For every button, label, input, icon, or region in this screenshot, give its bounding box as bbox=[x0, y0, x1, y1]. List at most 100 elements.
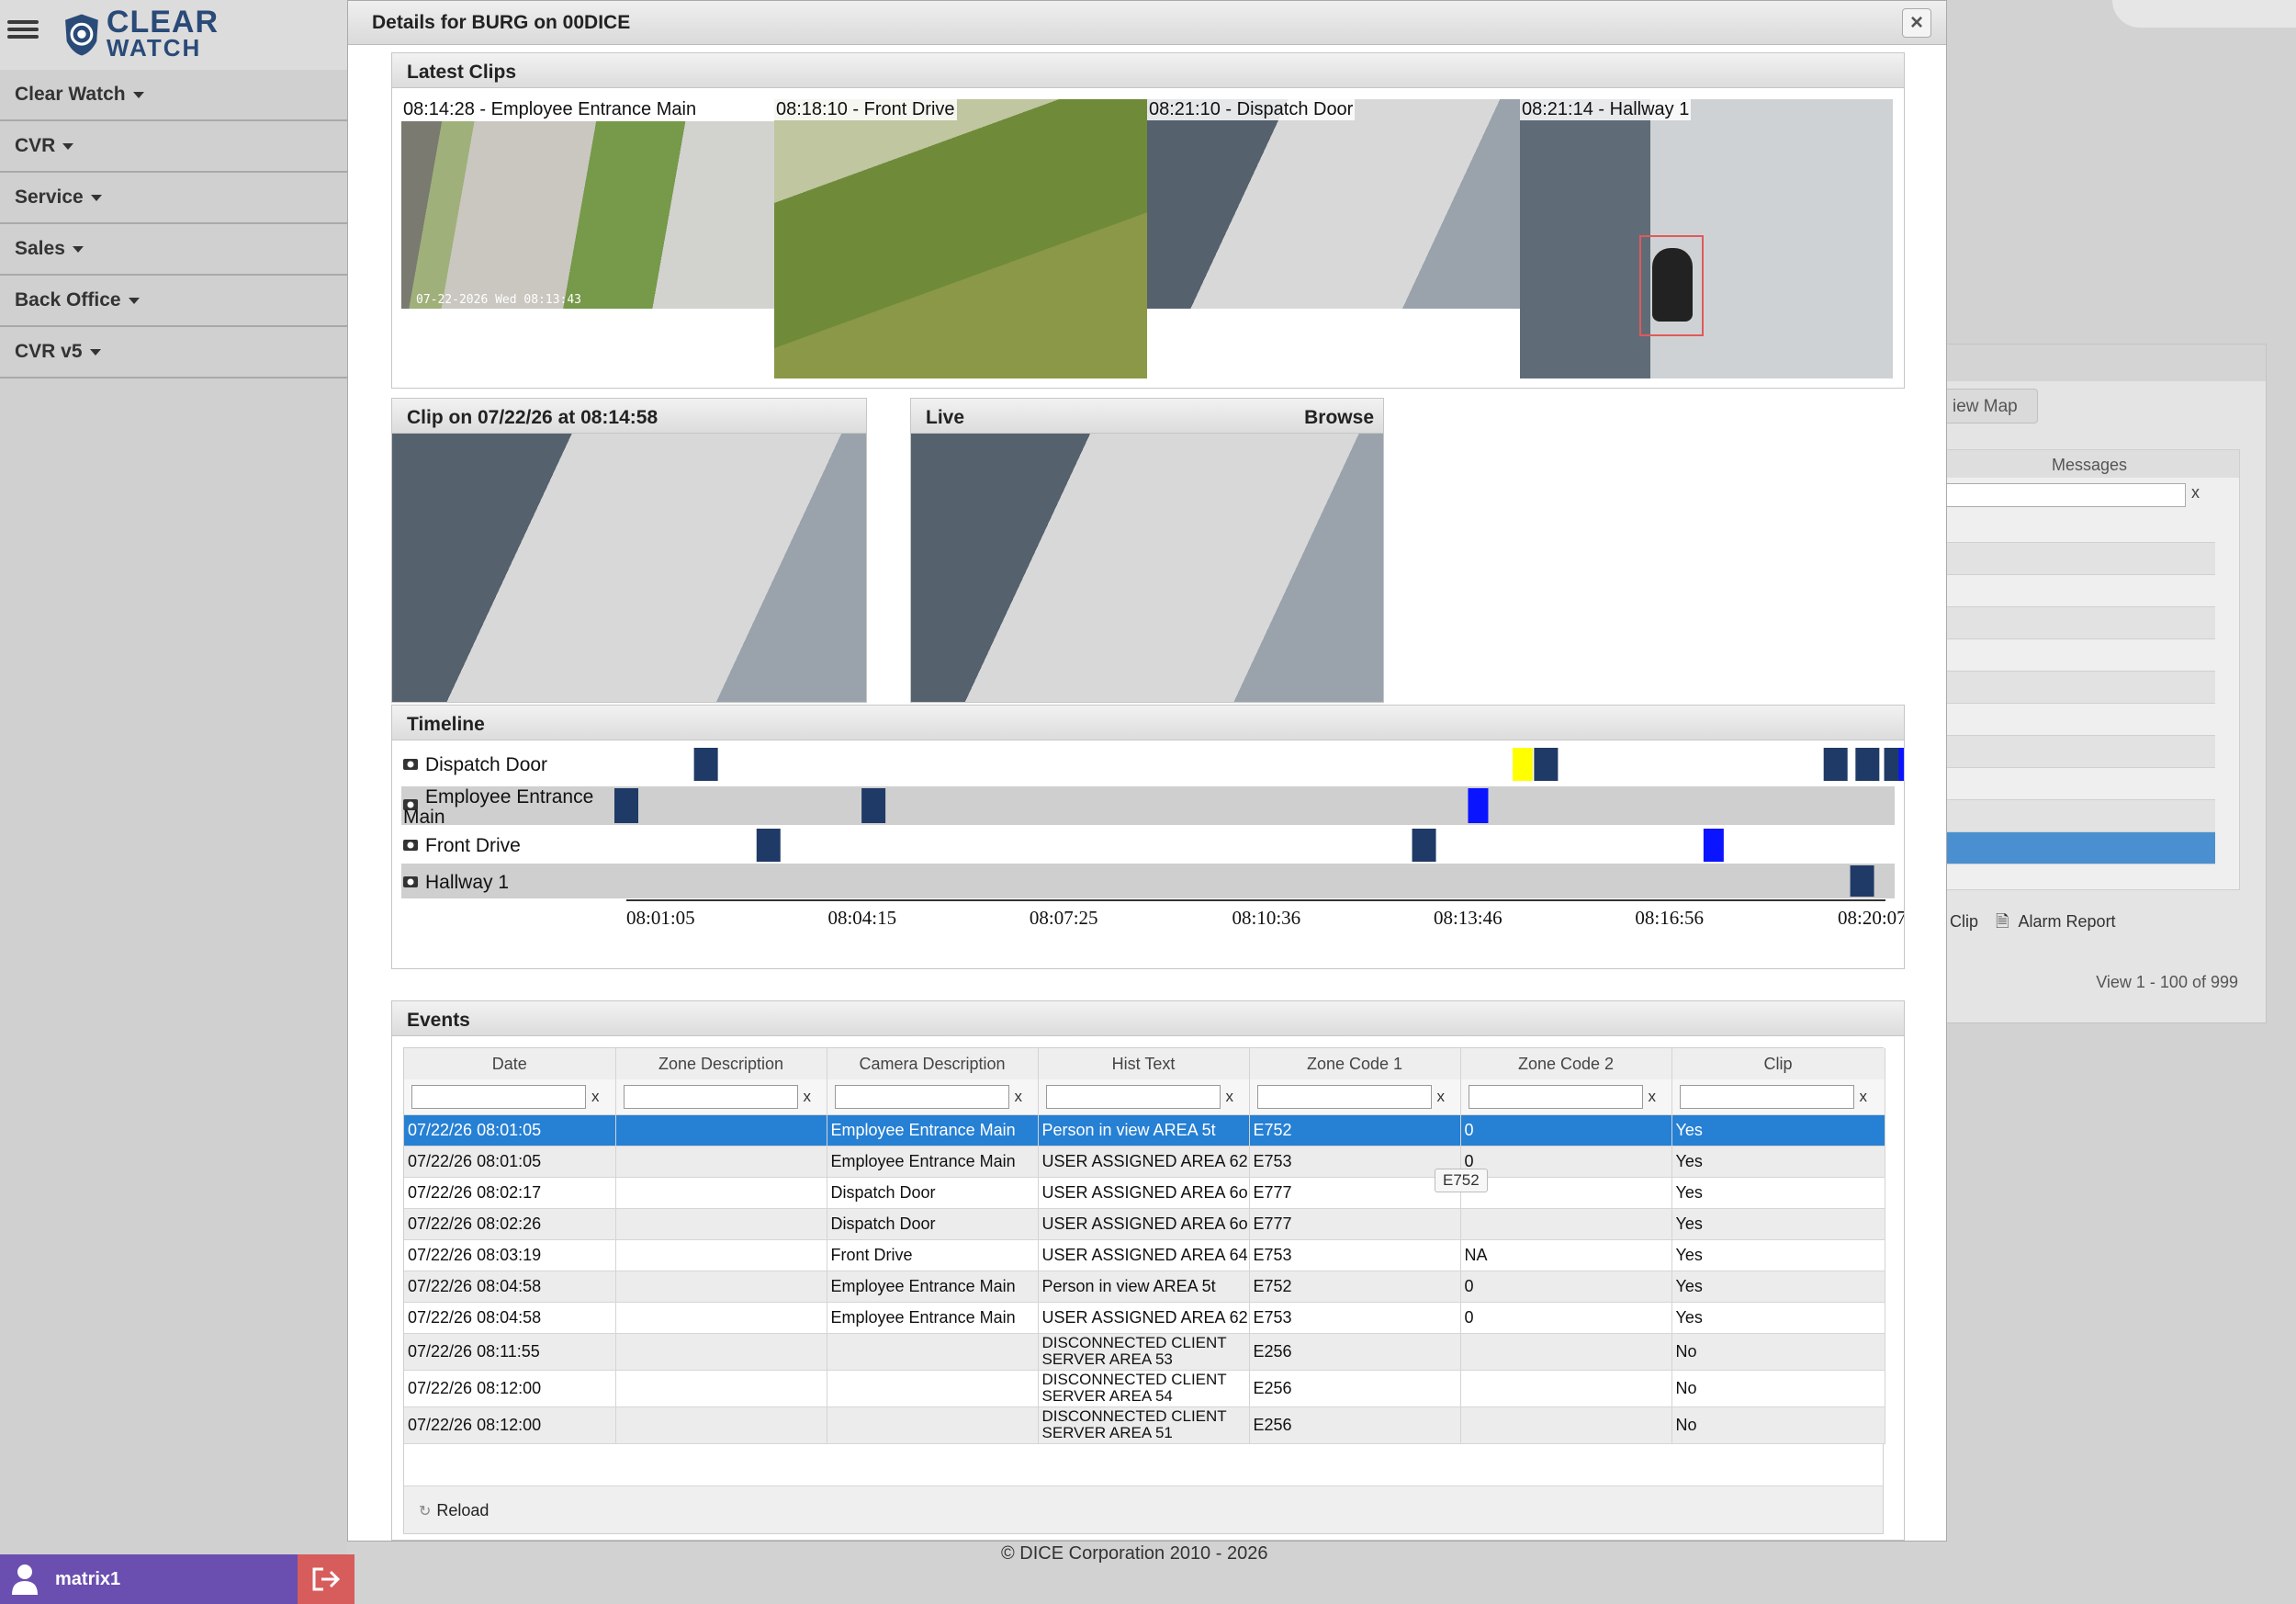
close-button[interactable]: × bbox=[1902, 8, 1931, 38]
hamburger-menu-icon[interactable] bbox=[7, 17, 39, 44]
clip-thumbnail[interactable]: 08:21:10 - Dispatch Door bbox=[1147, 99, 1520, 378]
user-bar[interactable]: matrix1 bbox=[0, 1554, 298, 1604]
cell-code1: E752 bbox=[1249, 1114, 1461, 1147]
alarm-report-link[interactable]: Alarm Report bbox=[2019, 912, 2116, 931]
cell-date: 07/22/26 08:01:05 bbox=[404, 1114, 616, 1147]
timeline-chart[interactable]: Dispatch Door Employee EntranceMain Front … bbox=[392, 740, 1904, 968]
timeline-event-mark[interactable] bbox=[1468, 788, 1489, 823]
cell-code2 bbox=[1460, 1333, 1672, 1371]
modal-title-bar[interactable]: Details for BURG on 00DICE × bbox=[348, 1, 1946, 45]
column-header-camera-description[interactable]: Camera Description bbox=[827, 1048, 1039, 1079]
table-row[interactable]: 07/22/26 08:01:05 Employee Entrance Main U… bbox=[404, 1146, 1885, 1178]
filter-clear[interactable]: x bbox=[1015, 1088, 1023, 1106]
filter-input-date[interactable] bbox=[411, 1084, 586, 1109]
column-header-zone-code-1[interactable]: Zone Code 1 bbox=[1249, 1048, 1461, 1079]
clip-thumbnail[interactable]: 08:21:14 - Hallway 1 bbox=[1520, 99, 1893, 378]
camera-lens-icon bbox=[407, 761, 414, 768]
filter-clear[interactable]: x bbox=[591, 1088, 600, 1106]
view-map-button[interactable]: iew Map bbox=[1939, 389, 2038, 424]
list-item[interactable] bbox=[1940, 639, 2215, 672]
filter-input-clip[interactable] bbox=[1679, 1084, 1854, 1109]
timeline-event-mark[interactable] bbox=[1412, 829, 1436, 862]
timeline-event-mark[interactable] bbox=[1823, 748, 1848, 781]
table-row[interactable]: 07/22/26 08:04:58 Employee Entrance Main U… bbox=[404, 1302, 1885, 1334]
list-item[interactable] bbox=[1940, 768, 2215, 800]
list-item[interactable] bbox=[1940, 511, 2215, 543]
nav-cvr-v5[interactable]: CVR v5 bbox=[0, 327, 347, 378]
cell-code2 bbox=[1460, 1177, 1672, 1209]
reload-button[interactable]: ↻ Reload bbox=[419, 1501, 489, 1520]
timeline-event-mark[interactable] bbox=[614, 788, 638, 823]
nav-back-office[interactable]: Back Office bbox=[0, 276, 347, 327]
clip-thumbnail[interactable]: 08:18:10 - Front Drive bbox=[774, 99, 1147, 378]
list-item[interactable] bbox=[1940, 800, 2215, 832]
live-video[interactable] bbox=[911, 434, 1383, 702]
list-item[interactable] bbox=[1940, 736, 2215, 768]
clip-thumbnail[interactable]: 07-22-2026 Wed 08:13:43 08:14:28 - Emplo… bbox=[401, 99, 774, 378]
column-header-zone-code-2[interactable]: Zone Code 2 bbox=[1460, 1048, 1672, 1079]
column-header-hist-text[interactable]: Hist Text bbox=[1038, 1048, 1250, 1079]
filter-input-camera[interactable] bbox=[834, 1084, 1009, 1109]
list-item-selected[interactable] bbox=[1940, 832, 2215, 864]
messages-filter-input[interactable] bbox=[1940, 483, 2186, 507]
column-header-date[interactable]: Date bbox=[404, 1048, 616, 1079]
cell-camera bbox=[827, 1370, 1039, 1407]
nav-service[interactable]: Service bbox=[0, 173, 347, 224]
table-row[interactable]: 07/22/26 08:12:00 DISCONNECTED CLIENT SER… bbox=[404, 1370, 1885, 1407]
logout-button[interactable] bbox=[298, 1554, 355, 1604]
table-row[interactable]: 07/22/26 08:11:55 DISCONNECTED CLIENT SER… bbox=[404, 1333, 1885, 1371]
cell-zone bbox=[615, 1302, 827, 1334]
timeline-event-mark[interactable] bbox=[1850, 865, 1874, 897]
caret-down-icon bbox=[89, 348, 101, 356]
modal-title: Details for BURG on 00DICE bbox=[372, 12, 631, 33]
timeline-event-mark[interactable] bbox=[861, 788, 886, 823]
filter-clear[interactable]: x bbox=[1437, 1088, 1446, 1106]
list-item[interactable] bbox=[1940, 672, 2215, 704]
table-row[interactable]: 07/22/26 08:02:17 Dispatch Door USER ASSIG… bbox=[404, 1177, 1885, 1209]
nav-label: Service bbox=[15, 186, 84, 208]
timeline-event-mark[interactable] bbox=[756, 829, 781, 862]
filter-input-code1[interactable] bbox=[1256, 1084, 1432, 1109]
cell-date: 07/22/26 08:03:19 bbox=[404, 1239, 616, 1271]
details-modal: Details for BURG on 00DICE × Latest Clip… bbox=[347, 0, 1947, 1542]
filter-input-hist[interactable] bbox=[1045, 1084, 1221, 1109]
clip-link[interactable]: Clip bbox=[1950, 912, 1978, 931]
table-row-selected[interactable]: 07/22/26 08:01:05 Employee Entrance Main P… bbox=[404, 1114, 1885, 1147]
filter-clear[interactable]: x bbox=[804, 1088, 812, 1106]
cell-code1: E256 bbox=[1249, 1370, 1461, 1407]
filter-clear[interactable]: x bbox=[1649, 1088, 1657, 1106]
browse-button[interactable]: Browse bbox=[1304, 407, 1374, 429]
clip-video[interactable] bbox=[392, 434, 866, 702]
list-item[interactable] bbox=[1940, 575, 2215, 607]
logo[interactable]: CLEAR WATCH bbox=[62, 6, 219, 64]
timeline-event-mark[interactable] bbox=[1534, 748, 1559, 781]
timeline-event-mark[interactable] bbox=[1512, 748, 1533, 781]
timeline-event-mark[interactable] bbox=[1703, 829, 1724, 862]
nav-clear-watch[interactable]: Clear Watch bbox=[0, 70, 347, 121]
cell-zone bbox=[615, 1114, 827, 1147]
filter-clear[interactable]: x bbox=[1860, 1088, 1868, 1106]
table-row[interactable]: 07/22/26 08:12:00 DISCONNECTED CLIENT SER… bbox=[404, 1406, 1885, 1444]
table-row[interactable]: 07/22/26 08:02:26 Dispatch Door USER ASSIG… bbox=[404, 1208, 1885, 1240]
table-row[interactable]: 07/22/26 08:03:19 Front Drive USER ASSIGNE… bbox=[404, 1239, 1885, 1271]
messages-filter-clear[interactable]: x bbox=[2191, 483, 2200, 503]
list-item[interactable] bbox=[1940, 543, 2215, 575]
column-header-zone-description[interactable]: Zone Description bbox=[615, 1048, 827, 1079]
latest-clips-section: Latest Clips 07-22-2026 Wed 08:13:43 08:… bbox=[391, 52, 1905, 389]
cell-date: 07/22/26 08:02:26 bbox=[404, 1208, 616, 1240]
list-item[interactable] bbox=[1940, 607, 2215, 639]
filter-clear[interactable]: x bbox=[1226, 1088, 1234, 1106]
timeline-event-mark[interactable] bbox=[1898, 748, 1904, 781]
filter-input-zone[interactable] bbox=[623, 1084, 798, 1109]
nav-sales[interactable]: Sales bbox=[0, 224, 347, 276]
column-header-clip[interactable]: Clip bbox=[1671, 1048, 1885, 1079]
logout-icon bbox=[312, 1567, 341, 1591]
timeline-event-mark[interactable] bbox=[1855, 748, 1880, 781]
nav-cvr[interactable]: CVR bbox=[0, 121, 347, 173]
filter-input-code2[interactable] bbox=[1468, 1084, 1643, 1109]
list-item[interactable] bbox=[1940, 704, 2215, 736]
reload-label: Reload bbox=[436, 1501, 490, 1519]
filter-cell: x bbox=[404, 1079, 616, 1115]
timeline-event-mark[interactable] bbox=[693, 748, 718, 781]
table-row[interactable]: 07/22/26 08:04:58 Employee Entrance Main P… bbox=[404, 1271, 1885, 1303]
